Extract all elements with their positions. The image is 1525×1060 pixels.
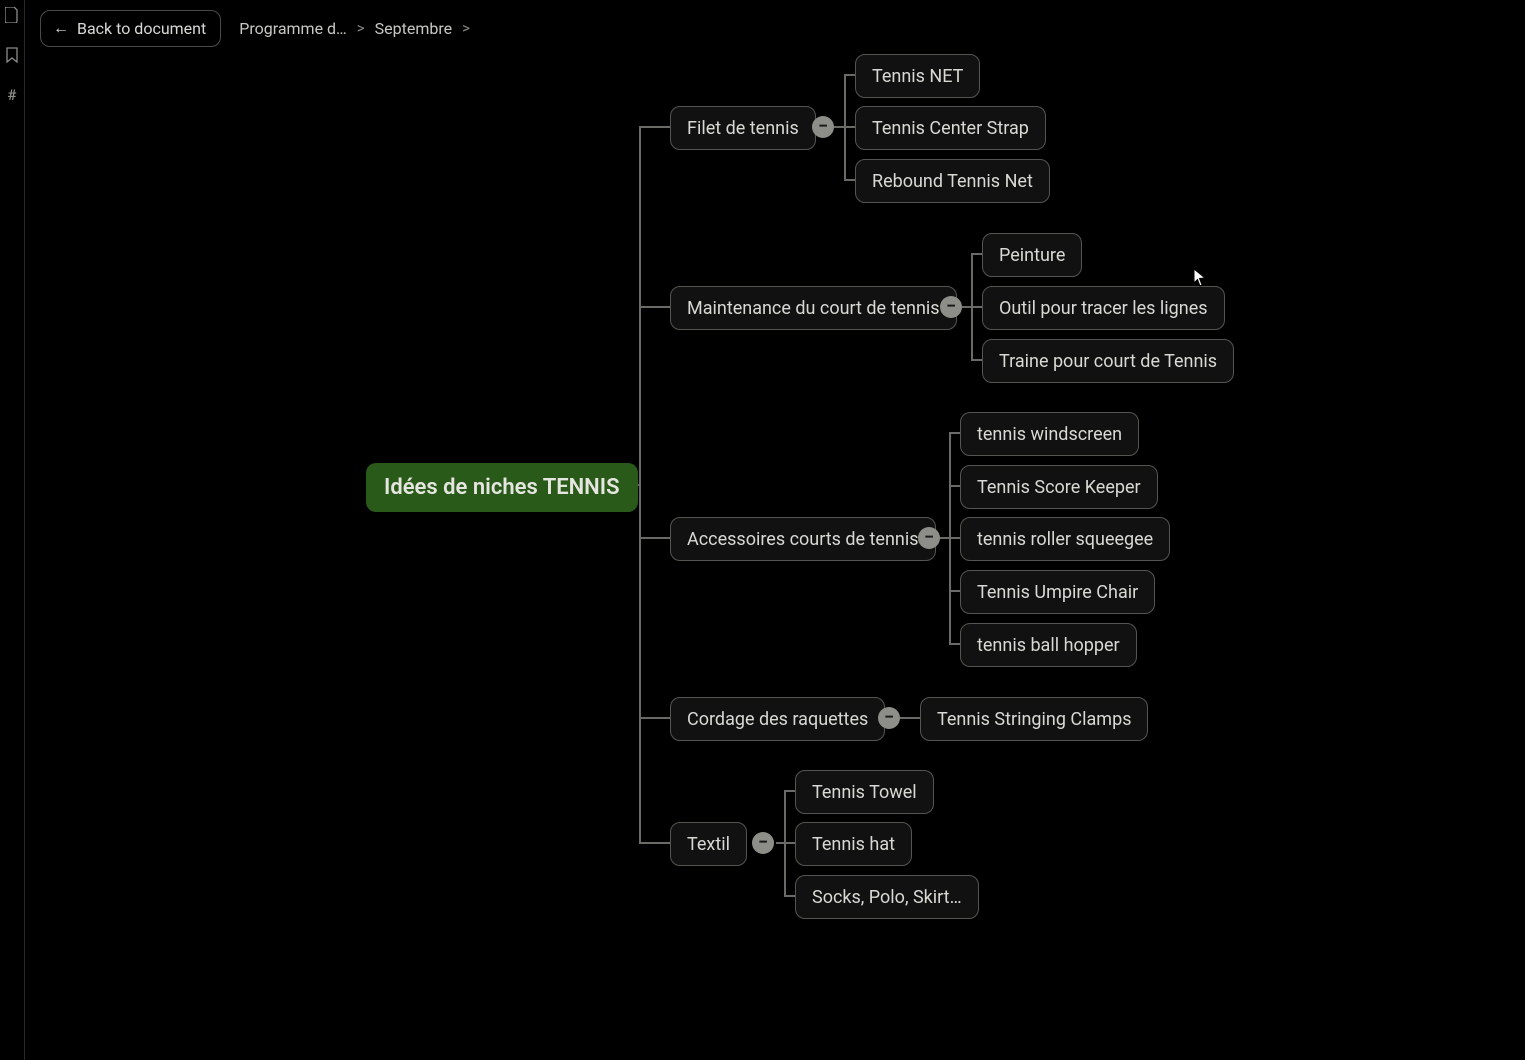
- node-label: Tennis Towel: [812, 782, 917, 803]
- mindmap-node[interactable]: tennis ball hopper: [960, 623, 1137, 667]
- minus-icon: −: [818, 118, 828, 136]
- mouse-cursor-icon: [1193, 268, 1207, 288]
- node-label: Textil: [687, 834, 730, 855]
- node-label: Tennis hat: [812, 834, 895, 855]
- node-label: Tennis Umpire Chair: [977, 582, 1138, 603]
- mindmap-node[interactable]: Textil: [670, 822, 747, 866]
- node-label: Cordage des raquettes: [687, 709, 868, 730]
- minus-icon: −: [884, 709, 894, 727]
- mindmap-node[interactable]: Tennis hat: [795, 822, 912, 866]
- node-label: Tennis Score Keeper: [977, 477, 1141, 498]
- mindmap-canvas[interactable]: Idées de niches TENNIS Filet de tennis −…: [0, 0, 1525, 1054]
- node-label: Rebound Tennis Net: [872, 171, 1033, 192]
- mindmap-node[interactable]: Socks, Polo, Skirt…: [795, 875, 979, 919]
- collapse-toggle[interactable]: −: [812, 116, 834, 138]
- mindmap-node[interactable]: tennis roller squeegee: [960, 517, 1170, 561]
- mindmap-node[interactable]: Rebound Tennis Net: [855, 159, 1050, 203]
- mindmap-node[interactable]: Maintenance du court de tennis: [670, 286, 957, 330]
- mindmap-node[interactable]: Tennis Score Keeper: [960, 465, 1158, 509]
- mindmap-node[interactable]: Traine pour court de Tennis: [982, 339, 1234, 383]
- mindmap-node[interactable]: Peinture: [982, 233, 1082, 277]
- mindmap-node[interactable]: Tennis Umpire Chair: [960, 570, 1155, 614]
- node-label: tennis ball hopper: [977, 635, 1120, 656]
- mindmap-node[interactable]: Accessoires courts de tennis: [670, 517, 936, 561]
- node-label: Socks, Polo, Skirt…: [812, 887, 962, 908]
- node-label: Tennis Center Strap: [872, 118, 1029, 139]
- collapse-toggle[interactable]: −: [752, 832, 774, 854]
- node-label: Tennis Stringing Clamps: [937, 709, 1131, 730]
- node-label: tennis windscreen: [977, 424, 1122, 445]
- node-label: Traine pour court de Tennis: [999, 351, 1217, 372]
- mindmap-node[interactable]: Filet de tennis: [670, 106, 816, 150]
- mindmap-node[interactable]: tennis windscreen: [960, 412, 1139, 456]
- mindmap-root-node[interactable]: Idées de niches TENNIS: [366, 463, 638, 512]
- node-label: Maintenance du court de tennis: [687, 298, 940, 319]
- collapse-toggle[interactable]: −: [878, 707, 900, 729]
- node-label: Accessoires courts de tennis: [687, 529, 919, 550]
- mindmap-node[interactable]: Tennis Center Strap: [855, 106, 1046, 150]
- mindmap-node[interactable]: Tennis NET: [855, 54, 980, 98]
- mindmap-node[interactable]: Tennis Towel: [795, 770, 934, 814]
- minus-icon: −: [924, 529, 934, 547]
- collapse-toggle[interactable]: −: [918, 527, 940, 549]
- node-label: tennis roller squeegee: [977, 529, 1153, 550]
- mindmap-node[interactable]: Outil pour tracer les lignes: [982, 286, 1225, 330]
- mindmap-node[interactable]: Cordage des raquettes: [670, 697, 885, 741]
- collapse-toggle[interactable]: −: [940, 296, 962, 318]
- node-label: Filet de tennis: [687, 118, 799, 139]
- node-label: Tennis NET: [872, 66, 963, 87]
- node-label: Idées de niches TENNIS: [384, 475, 620, 500]
- node-label: Peinture: [999, 245, 1065, 266]
- mindmap-node[interactable]: Tennis Stringing Clamps: [920, 697, 1148, 741]
- minus-icon: −: [758, 834, 768, 852]
- minus-icon: −: [946, 298, 956, 316]
- node-label: Outil pour tracer les lignes: [999, 298, 1208, 319]
